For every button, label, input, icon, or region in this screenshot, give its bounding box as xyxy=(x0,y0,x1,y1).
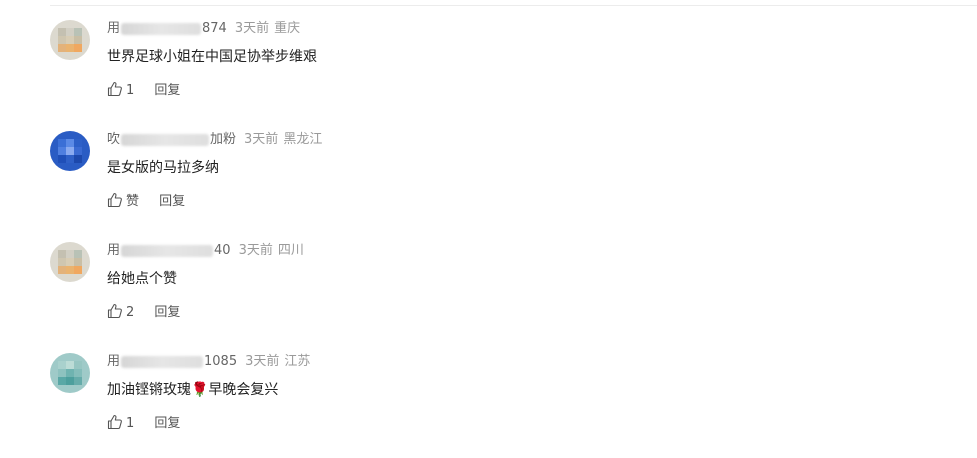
username[interactable]: 用 40 xyxy=(107,242,231,260)
thumbs-up-icon xyxy=(107,414,122,430)
divider xyxy=(50,5,977,6)
comment-actions: 1 回复 xyxy=(107,81,180,99)
comment-time: 3天前 xyxy=(234,21,270,36)
comment-item: 用 40 3天前 四川 给她点个赞 2 回复 xyxy=(50,242,977,342)
avatar[interactable] xyxy=(50,131,90,171)
like-count: 1 xyxy=(126,416,135,431)
avatar[interactable] xyxy=(50,353,90,393)
comment-location: 黑龙江 xyxy=(283,132,323,147)
thumbs-up-icon xyxy=(107,81,122,97)
reply-button[interactable]: 回复 xyxy=(154,304,180,322)
username[interactable]: 用 874 xyxy=(107,20,227,38)
comment-list: 用 874 3天前 重庆 世界足球小姐在中国足协举步维艰 1 回复 吹加粉 3天前 黑龙江 xyxy=(0,0,977,458)
reply-button[interactable]: 回复 xyxy=(159,193,185,211)
comment-meta: 用 40 3天前 四川 xyxy=(107,242,304,260)
comment-text: 是女版的马拉多纳 xyxy=(107,160,219,176)
like-button[interactable]: 1 xyxy=(107,81,134,100)
comment-location: 江苏 xyxy=(284,354,311,369)
comment-time: 3天前 xyxy=(245,354,280,369)
comment-text: 加油铿锵玫瑰🌹早晚会复兴 xyxy=(107,382,279,398)
comment-location: 四川 xyxy=(277,243,304,258)
reply-button[interactable]: 回复 xyxy=(154,82,180,100)
comment-meta: 用 874 3天前 重庆 xyxy=(107,20,300,38)
comment-item: 吹加粉 3天前 黑龙江 是女版的马拉多纳 赞 回复 xyxy=(50,131,977,231)
comment-text: 世界足球小姐在中国足协举步维艰 xyxy=(107,49,317,65)
comment-actions: 2 回复 xyxy=(107,303,180,321)
comment-text: 给她点个赞 xyxy=(107,271,177,287)
comment-location: 重庆 xyxy=(274,21,301,36)
thumbs-up-icon xyxy=(107,192,122,208)
comment-actions: 1 回复 xyxy=(107,414,180,432)
reply-button[interactable]: 回复 xyxy=(154,415,180,433)
like-label: 赞 xyxy=(126,194,140,209)
like-count: 2 xyxy=(126,305,135,320)
comment-item: 用 874 3天前 重庆 世界足球小姐在中国足协举步维艰 1 回复 xyxy=(50,20,977,120)
comment-item: 用 1085 3天前 江苏 加油铿锵玫瑰🌹早晚会复兴 1 回复 xyxy=(50,353,977,453)
thumbs-up-icon xyxy=(107,303,122,319)
comment-meta: 用 1085 3天前 江苏 xyxy=(107,353,310,371)
username[interactable]: 吹加粉 xyxy=(107,131,236,149)
like-button[interactable]: 2 xyxy=(107,303,134,322)
comment-time: 3天前 xyxy=(238,243,273,258)
comment-actions: 赞 回复 xyxy=(107,192,185,210)
username[interactable]: 用 1085 xyxy=(107,353,237,371)
avatar[interactable] xyxy=(50,242,90,282)
comment-meta: 吹加粉 3天前 黑龙江 xyxy=(107,131,322,149)
like-button[interactable]: 1 xyxy=(107,414,134,433)
like-button[interactable]: 赞 xyxy=(107,192,139,211)
like-count: 1 xyxy=(126,83,135,98)
comment-time: 3天前 xyxy=(244,132,279,147)
avatar[interactable] xyxy=(50,20,90,60)
